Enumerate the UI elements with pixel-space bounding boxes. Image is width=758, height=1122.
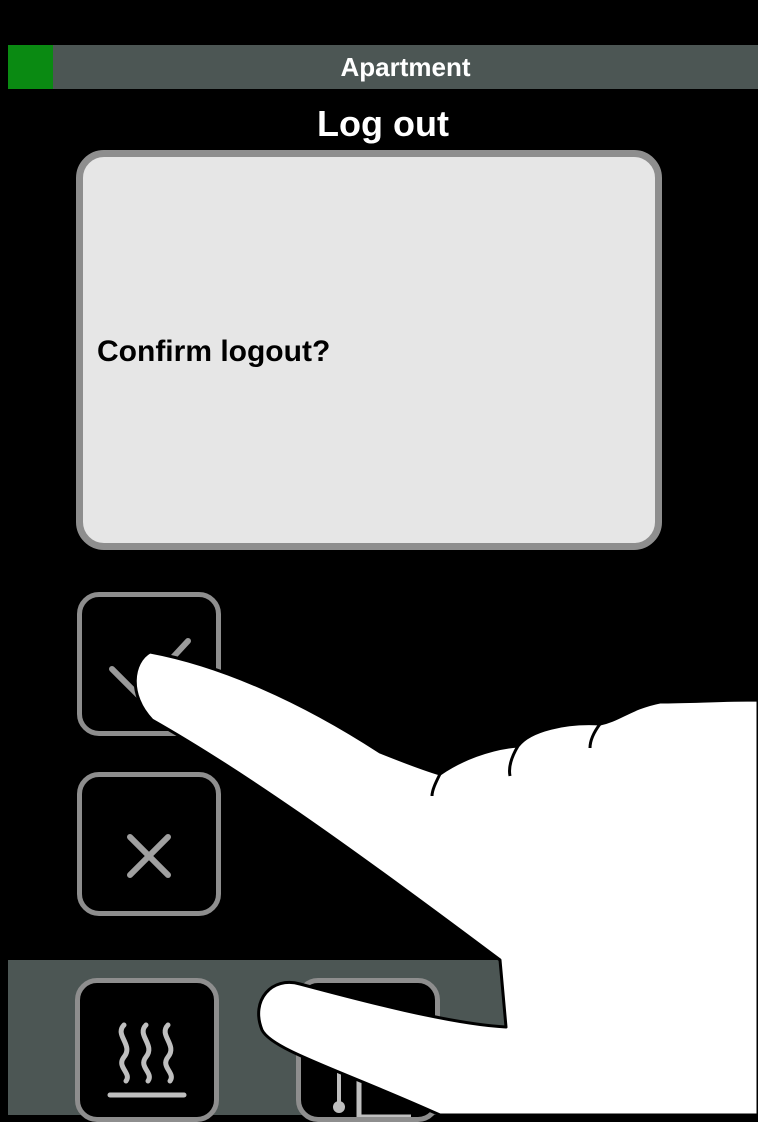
nav-thermometer-button[interactable] <box>296 978 440 1122</box>
close-icon <box>127 834 171 878</box>
dialog-message: Confirm logout? <box>97 335 331 368</box>
location-title: Apartment <box>340 52 471 82</box>
top-bar: Apartment <box>8 45 758 89</box>
check-icon <box>109 638 191 698</box>
page-title: Log out <box>317 103 449 144</box>
thermometer-icon <box>333 1061 411 1117</box>
nav-heating-button[interactable] <box>75 978 219 1122</box>
confirm-dialog: Confirm logout? <box>76 150 662 550</box>
check-icon <box>581 910 649 958</box>
cancel-button[interactable] <box>77 772 221 916</box>
confirm-button-top[interactable] <box>77 592 221 736</box>
heating-icon <box>107 1022 187 1098</box>
confirm-button[interactable] <box>543 858 686 1001</box>
status-indicator <box>8 45 53 89</box>
